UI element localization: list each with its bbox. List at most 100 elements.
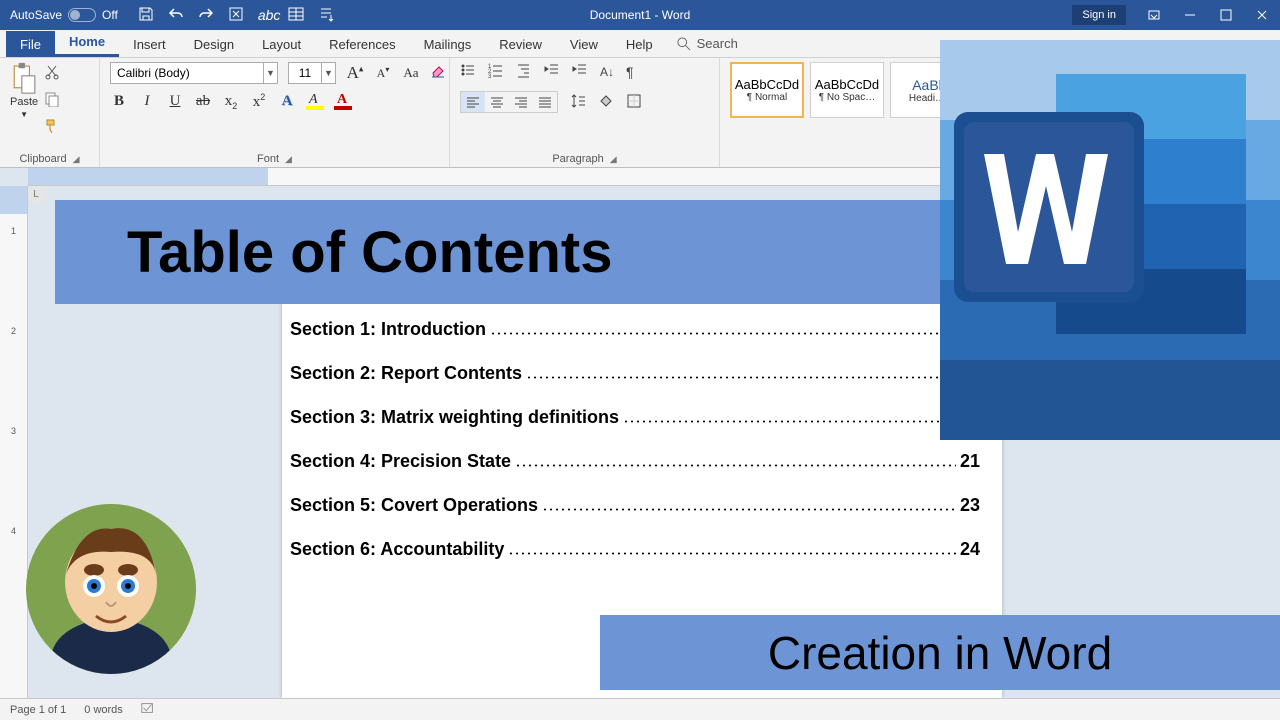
multilevel-list-button[interactable] [516, 62, 532, 81]
toc-leader [490, 321, 976, 335]
status-bar: Page 1 of 1 0 words [0, 698, 1280, 720]
underline-button[interactable]: U [166, 93, 184, 110]
toc-leader [508, 541, 956, 555]
touch-mode-icon[interactable] [228, 6, 244, 25]
font-name-combo[interactable]: Calibri (Body)▼ [110, 62, 278, 84]
toc-leader [526, 365, 976, 379]
tab-help[interactable]: Help [612, 31, 667, 57]
borders-button[interactable] [626, 93, 642, 112]
paste-button[interactable]: Paste ▼ [10, 62, 38, 139]
align-left-button[interactable] [461, 92, 485, 112]
align-center-button[interactable] [485, 92, 509, 112]
overlay-title: Table of Contents [55, 200, 940, 304]
autosave-toggle[interactable]: AutoSave Off [0, 8, 128, 22]
paragraph-launcher-icon[interactable]: ◢ [610, 154, 617, 164]
style-no-spacing[interactable]: AaBbCcDd ¶ No Spac… [810, 62, 884, 118]
style-preview: AaBbCcDd [735, 77, 799, 92]
font-color-button[interactable] [334, 94, 352, 110]
toc-entry[interactable]: Section 3: Matrix weighting definitions1… [290, 408, 980, 426]
group-font: Calibri (Body)▼ 11▼ A▴ A▾ Aa B I U ab x2… [100, 58, 450, 167]
strikethrough-button[interactable]: ab [194, 93, 212, 110]
shrink-font-button[interactable]: A▾ [374, 65, 392, 81]
toc-entry[interactable]: Section 6: Accountability24 [290, 540, 980, 558]
toc-page: 23 [956, 496, 980, 514]
toc-entry[interactable]: Section 1: Introduction [290, 320, 980, 338]
sort-button[interactable]: A↓ [600, 65, 614, 79]
show-paragraph-marks-button[interactable]: ¶ [626, 64, 634, 80]
title-bar: AutoSave Off abc Document1 - Word Sign i… [0, 0, 1280, 30]
tab-design[interactable]: Design [180, 31, 248, 57]
tab-file[interactable]: File [6, 31, 55, 57]
word-count[interactable]: 0 words [84, 704, 123, 716]
toc-entry[interactable]: Section 2: Report Contents [290, 364, 980, 382]
clear-formatting-button[interactable] [430, 63, 446, 84]
shading-button[interactable] [598, 93, 614, 112]
highlight-button[interactable] [306, 94, 324, 110]
word-logo-icon [946, 64, 1256, 359]
toc-leader [623, 409, 956, 423]
close-icon[interactable] [1244, 0, 1280, 30]
tab-references[interactable]: References [315, 31, 409, 57]
style-preview: AaBbCcDd [815, 77, 879, 92]
search-label: Search [697, 36, 738, 51]
italic-button[interactable]: I [138, 93, 156, 110]
minimize-icon[interactable] [1172, 0, 1208, 30]
undo-icon[interactable] [168, 6, 184, 25]
align-right-button[interactable] [509, 92, 533, 112]
increase-indent-button[interactable] [572, 62, 588, 81]
bullets-button[interactable] [460, 62, 476, 81]
group-label-clipboard: Clipboard [19, 153, 66, 165]
subscript-button[interactable]: x2 [222, 93, 240, 111]
vertical-ruler[interactable]: 1234 [0, 186, 28, 698]
toc-title: Section 1: Introduction [290, 320, 486, 338]
change-case-button[interactable]: Aa [402, 65, 420, 81]
tab-review[interactable]: Review [485, 31, 556, 57]
toc-title: Section 5: Covert Operations [290, 496, 538, 514]
toc-entry[interactable]: Section 4: Precision State21 [290, 452, 980, 470]
toc-leader [515, 453, 956, 467]
numbering-button[interactable]: 123 [488, 62, 504, 81]
justify-button[interactable] [533, 92, 557, 112]
paragraph-spacing-icon[interactable] [318, 6, 334, 25]
toc-page: 24 [956, 540, 980, 558]
spellcheck-icon[interactable] [141, 701, 155, 718]
clipboard-launcher-icon[interactable]: ◢ [73, 154, 80, 164]
tab-view[interactable]: View [556, 31, 612, 57]
redo-icon[interactable] [198, 6, 214, 25]
save-icon[interactable] [138, 6, 154, 25]
cut-icon[interactable] [44, 64, 60, 85]
tab-mailings[interactable]: Mailings [410, 31, 486, 57]
superscript-button[interactable]: x2 [250, 92, 268, 111]
tab-layout[interactable]: Layout [248, 31, 315, 57]
maximize-icon[interactable] [1208, 0, 1244, 30]
text-effects-button[interactable]: A [278, 93, 296, 110]
format-painter-icon[interactable] [44, 118, 60, 139]
autosave-label: AutoSave [10, 8, 62, 22]
grow-font-button[interactable]: A▴ [346, 63, 364, 83]
group-label-font: Font [257, 153, 279, 165]
line-spacing-button[interactable] [570, 93, 586, 112]
spelling-icon[interactable]: abc [258, 7, 274, 23]
toc-title: Section 3: Matrix weighting definitions [290, 408, 619, 426]
page-indicator[interactable]: Page 1 of 1 [10, 704, 66, 716]
decrease-indent-button[interactable] [544, 62, 560, 81]
ribbon-display-icon[interactable] [1136, 0, 1172, 30]
search-icon [677, 37, 691, 51]
bold-button[interactable]: B [110, 93, 128, 110]
quick-access-toolbar: abc [128, 6, 344, 25]
document-title: Document1 - Word [590, 8, 690, 22]
font-launcher-icon[interactable]: ◢ [285, 154, 292, 164]
toggle-icon [68, 8, 96, 22]
toc-page: 21 [956, 452, 980, 470]
copy-icon[interactable] [44, 91, 60, 112]
sign-in-button[interactable]: Sign in [1072, 5, 1126, 25]
style-normal[interactable]: AaBbCcDd ¶ Normal [730, 62, 804, 118]
tell-me-search[interactable]: Search [667, 30, 748, 57]
table-icon[interactable] [288, 6, 304, 25]
ruler-corner: L [26, 186, 46, 204]
toc-entry[interactable]: Section 5: Covert Operations 23 [290, 496, 980, 514]
tab-home[interactable]: Home [55, 28, 119, 57]
font-size-combo[interactable]: 11▼ [288, 62, 336, 84]
tab-insert[interactable]: Insert [119, 31, 180, 57]
alignment-group [460, 91, 558, 113]
